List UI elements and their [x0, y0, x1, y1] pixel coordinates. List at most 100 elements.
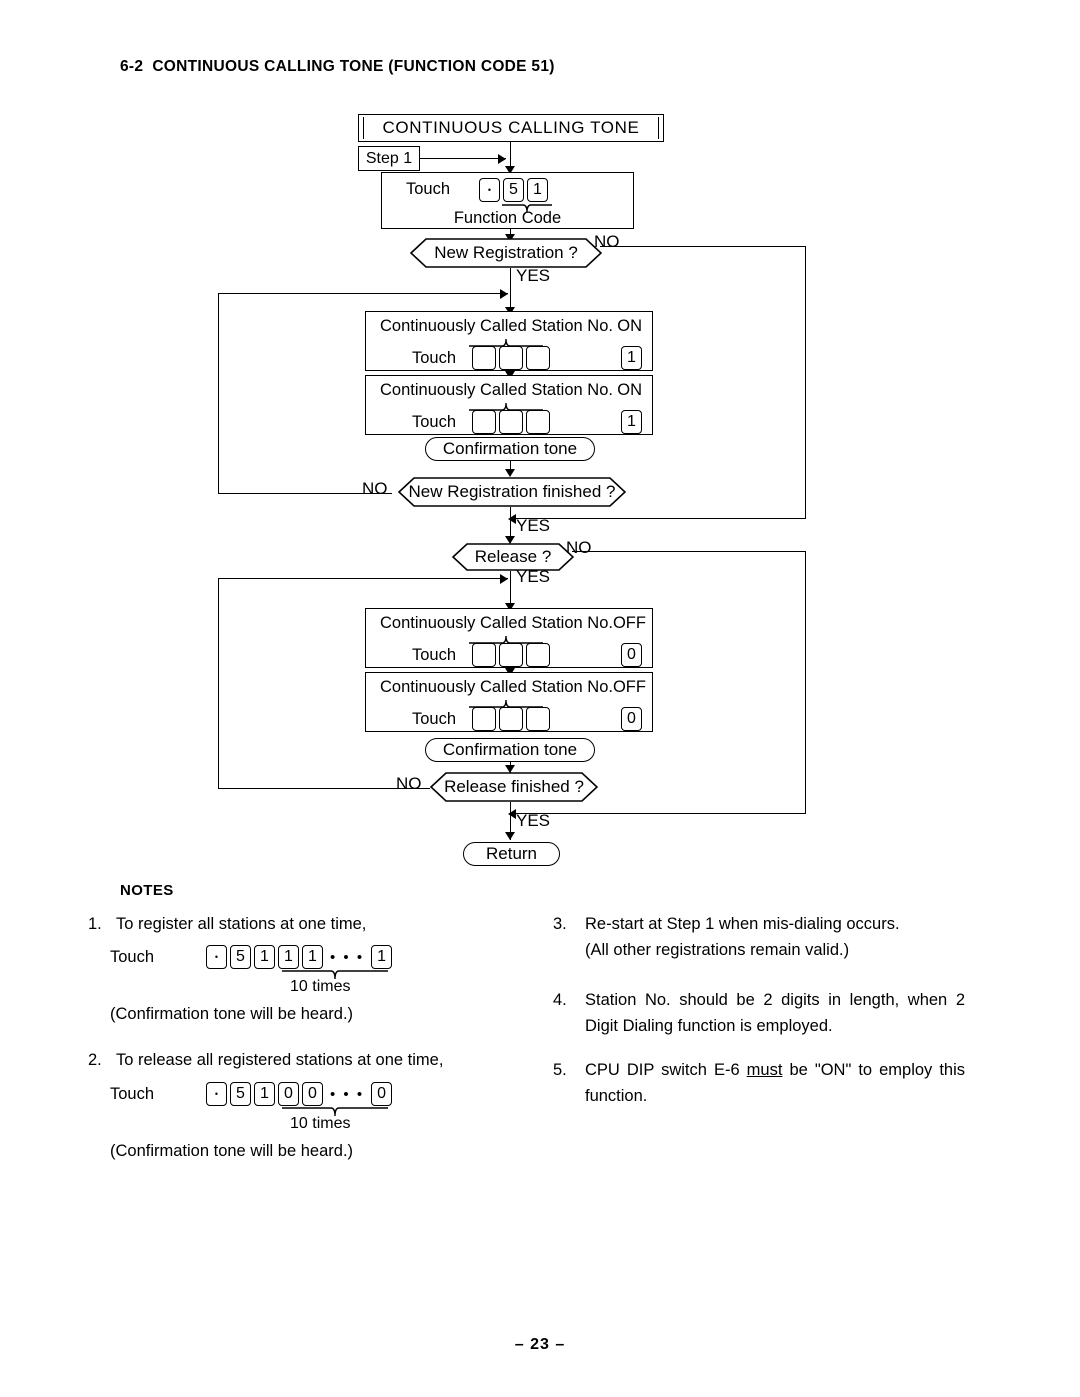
process-touch-label: Touch: [412, 412, 457, 431]
note-index: 3.: [553, 915, 567, 933]
ellipsis: • • •: [330, 1085, 365, 1103]
note-2-touch-label: Touch: [110, 1084, 155, 1103]
document-page: 6-2 CONTINUOUS CALLING TONE (FUNCTION COD…: [0, 0, 1080, 1397]
note-1-keys: • 5 1 1 1 • • • 1: [206, 945, 393, 969]
station-number-keys: [472, 643, 551, 667]
step-1-label: Step 1: [365, 149, 413, 167]
process-caption-left: Continuously Called Station No.: [380, 678, 613, 696]
note-index: 2.: [88, 1051, 102, 1069]
key-1[interactable]: 1: [254, 1082, 275, 1106]
station-key-1[interactable]: [472, 643, 497, 667]
process-caption-state: OFF: [612, 614, 646, 632]
branch-label-no-2: NO: [362, 479, 388, 498]
station-key-2[interactable]: [499, 410, 524, 434]
station-key-2[interactable]: [499, 643, 524, 667]
process-caption-left: Continuously Called Station No.: [380, 381, 613, 399]
decision-new-registration-finished: New Registration finished ?: [398, 477, 626, 507]
function-code-touch-label: Touch: [406, 180, 451, 198]
decision-release-finished: Release finished ?: [430, 772, 598, 802]
key-dot[interactable]: •: [206, 1082, 227, 1106]
note-1-touch-sequence: Touch • 5 1 1 1 • • • 1: [110, 945, 393, 969]
branch-label-no-1: NO: [594, 232, 620, 251]
process-touch-row: Touch 0: [412, 707, 642, 731]
function-code-box: Touch • 5 1 Function Code: [381, 172, 634, 229]
key-repeat-1[interactable]: 0: [278, 1082, 299, 1106]
note-2-touch-sequence: Touch • 5 1 0 0 • • • 0: [110, 1082, 393, 1106]
function-code-brace-label: Function Code: [453, 209, 562, 227]
key-5[interactable]: 5: [230, 945, 251, 969]
process-station-off-1: Continuously Called Station No. OFF Touc…: [365, 608, 653, 668]
key-5[interactable]: 5: [230, 1082, 251, 1106]
note-5-text-before: CPU DIP switch E-6: [585, 1061, 747, 1079]
loop-no-3-top: [572, 551, 806, 552]
process-caption-row: Continuously Called Station No. OFF: [380, 614, 646, 633]
key-dot[interactable]: •: [479, 178, 500, 202]
section-number: 6-2: [120, 58, 144, 75]
function-code-keys: • 5 1: [479, 178, 548, 202]
note-footnote-text: (Confirmation tone will be heard.): [110, 1142, 354, 1160]
loop-no-1-bottom: [512, 518, 806, 519]
process-touch-row: Touch 1: [412, 346, 642, 370]
process-caption-row: Continuously Called Station No. OFF: [380, 678, 646, 697]
state-key-off[interactable]: 0: [621, 707, 642, 731]
key-dot[interactable]: •: [206, 945, 227, 969]
loop-no-2-left: [218, 293, 219, 493]
process-station-on-1: Continuously Called Station No. ON Touch…: [365, 311, 653, 371]
note-index: 1.: [88, 915, 102, 933]
arrowhead: [498, 153, 506, 164]
note-text: To register all stations at one time,: [116, 915, 367, 933]
decision-new-registration-finished-label: New Registration finished ?: [408, 482, 616, 501]
key-repeat-1[interactable]: 1: [278, 945, 299, 969]
process-caption-state: ON: [617, 381, 642, 399]
station-key-3[interactable]: [526, 410, 551, 434]
note-item-5: 5. CPU DIP switch E-6 must be "ON" to em…: [553, 1058, 965, 1109]
process-station-on-2: Continuously Called Station No. ON Touch…: [365, 375, 653, 435]
station-key-1[interactable]: [472, 410, 497, 434]
loop-no-4-top: [218, 578, 508, 579]
decision-release-label: Release ?: [474, 547, 552, 566]
station-number-keys: [472, 410, 551, 434]
connector-step1: [420, 158, 506, 159]
loop-no-3-bottom: [512, 813, 806, 814]
key-repeat-2[interactable]: 0: [302, 1082, 323, 1106]
arrowhead: [505, 832, 515, 840]
note-item-4: 4. Station No. should be 2 digits in len…: [553, 988, 965, 1039]
state-key-on[interactable]: 1: [621, 346, 642, 370]
note-item-1: 1. To register all stations at one time,: [88, 912, 508, 938]
process-touch-label: Touch: [412, 645, 457, 664]
loop-no-4-left: [218, 578, 219, 788]
state-key-off[interactable]: 0: [621, 643, 642, 667]
state-key-on[interactable]: 1: [621, 410, 642, 434]
station-key-3[interactable]: [526, 643, 551, 667]
note-text: CPU DIP switch E-6 must be "ON" to emplo…: [553, 1058, 965, 1109]
loop-no-3-right: [805, 551, 806, 813]
station-key-3[interactable]: [526, 707, 551, 731]
station-key-3[interactable]: [526, 346, 551, 370]
station-key-1[interactable]: [472, 707, 497, 731]
decision-release: Release ?: [452, 543, 574, 571]
branch-label-no-4: NO: [396, 774, 422, 793]
key-1[interactable]: 1: [254, 945, 275, 969]
flow-title-terminal: CONTINUOUS CALLING TONE: [358, 114, 664, 142]
note-index: 5.: [553, 1061, 567, 1079]
process-caption-left: Continuously Called Station No.: [380, 317, 613, 335]
note-text-line2: (All other registrations remain valid.): [585, 940, 850, 959]
confirmation-tone-label: Confirmation tone: [442, 439, 578, 458]
station-key-1[interactable]: [472, 346, 497, 370]
decision-new-registration: New Registration ?: [410, 238, 602, 268]
key-1[interactable]: 1: [527, 178, 548, 202]
key-repeat-2[interactable]: 1: [302, 945, 323, 969]
key-repeat-last[interactable]: 1: [371, 945, 393, 969]
note-5-emphasis: must: [746, 1061, 783, 1079]
station-key-2[interactable]: [499, 346, 524, 370]
process-caption-row: Continuously Called Station No. ON: [380, 381, 642, 400]
station-key-2[interactable]: [499, 707, 524, 731]
key-5[interactable]: 5: [503, 178, 524, 202]
arrowhead: [505, 469, 515, 477]
key-repeat-last[interactable]: 0: [371, 1082, 393, 1106]
page-number: – 23 –: [514, 1336, 566, 1353]
confirmation-tone-label: Confirmation tone: [442, 740, 578, 759]
note-index: 4.: [553, 991, 567, 1009]
loop-no-1-top: [600, 246, 806, 247]
note-text: Station No. should be 2 digits in length…: [585, 991, 965, 1035]
